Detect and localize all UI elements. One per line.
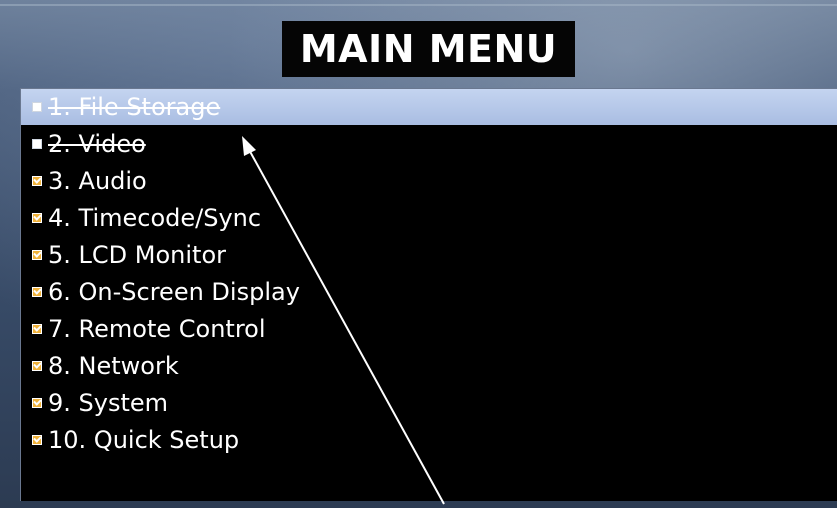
- menu-item-label: 5. LCD Monitor: [48, 241, 226, 269]
- menu-item-label: 6. On-Screen Display: [48, 278, 300, 306]
- checkbox-unchecked-icon: [32, 139, 42, 149]
- menu-item-file-storage[interactable]: 1. File Storage: [21, 89, 837, 125]
- menu-item-remote-control[interactable]: 7. Remote Control: [21, 311, 837, 347]
- menu-item-label: 10. Quick Setup: [48, 426, 240, 454]
- checkbox-checked-icon: [32, 324, 42, 334]
- menu-item-on-screen-display[interactable]: 6. On-Screen Display: [21, 274, 837, 310]
- menu-item-network[interactable]: 8. Network: [21, 348, 837, 384]
- checkbox-unchecked-icon: [32, 102, 42, 112]
- menu-item-system[interactable]: 9. System: [21, 385, 837, 421]
- menu-item-video[interactable]: 2. Video: [21, 126, 837, 162]
- menu-item-timecode-sync[interactable]: 4. Timecode/Sync: [21, 200, 837, 236]
- background-horizon: [0, 4, 837, 6]
- menu-item-label: 4. Timecode/Sync: [48, 204, 262, 232]
- menu-item-label: 9. System: [48, 389, 169, 417]
- checkbox-checked-icon: [32, 250, 42, 260]
- checkbox-checked-icon: [32, 176, 42, 186]
- menu-item-label: 3. Audio: [48, 167, 147, 195]
- checkbox-checked-icon: [32, 435, 42, 445]
- checkbox-checked-icon: [32, 287, 42, 297]
- checkbox-checked-icon: [32, 213, 42, 223]
- checkbox-checked-icon: [32, 398, 42, 408]
- page-title: MAIN MENU: [282, 21, 575, 77]
- menu-item-quick-setup[interactable]: 10. Quick Setup: [21, 422, 837, 458]
- checkbox-checked-icon: [32, 361, 42, 371]
- menu-item-label: 1. File Storage: [48, 93, 221, 121]
- menu-item-lcd-monitor[interactable]: 5. LCD Monitor: [21, 237, 837, 273]
- menu-item-label: 2. Video: [48, 130, 146, 158]
- menu-item-audio[interactable]: 3. Audio: [21, 163, 837, 199]
- menu-panel: 1. File Storage 2. Video 3. Audio 4. Tim…: [20, 88, 837, 501]
- menu-item-label: 8. Network: [48, 352, 179, 380]
- menu-item-label: 7. Remote Control: [48, 315, 266, 343]
